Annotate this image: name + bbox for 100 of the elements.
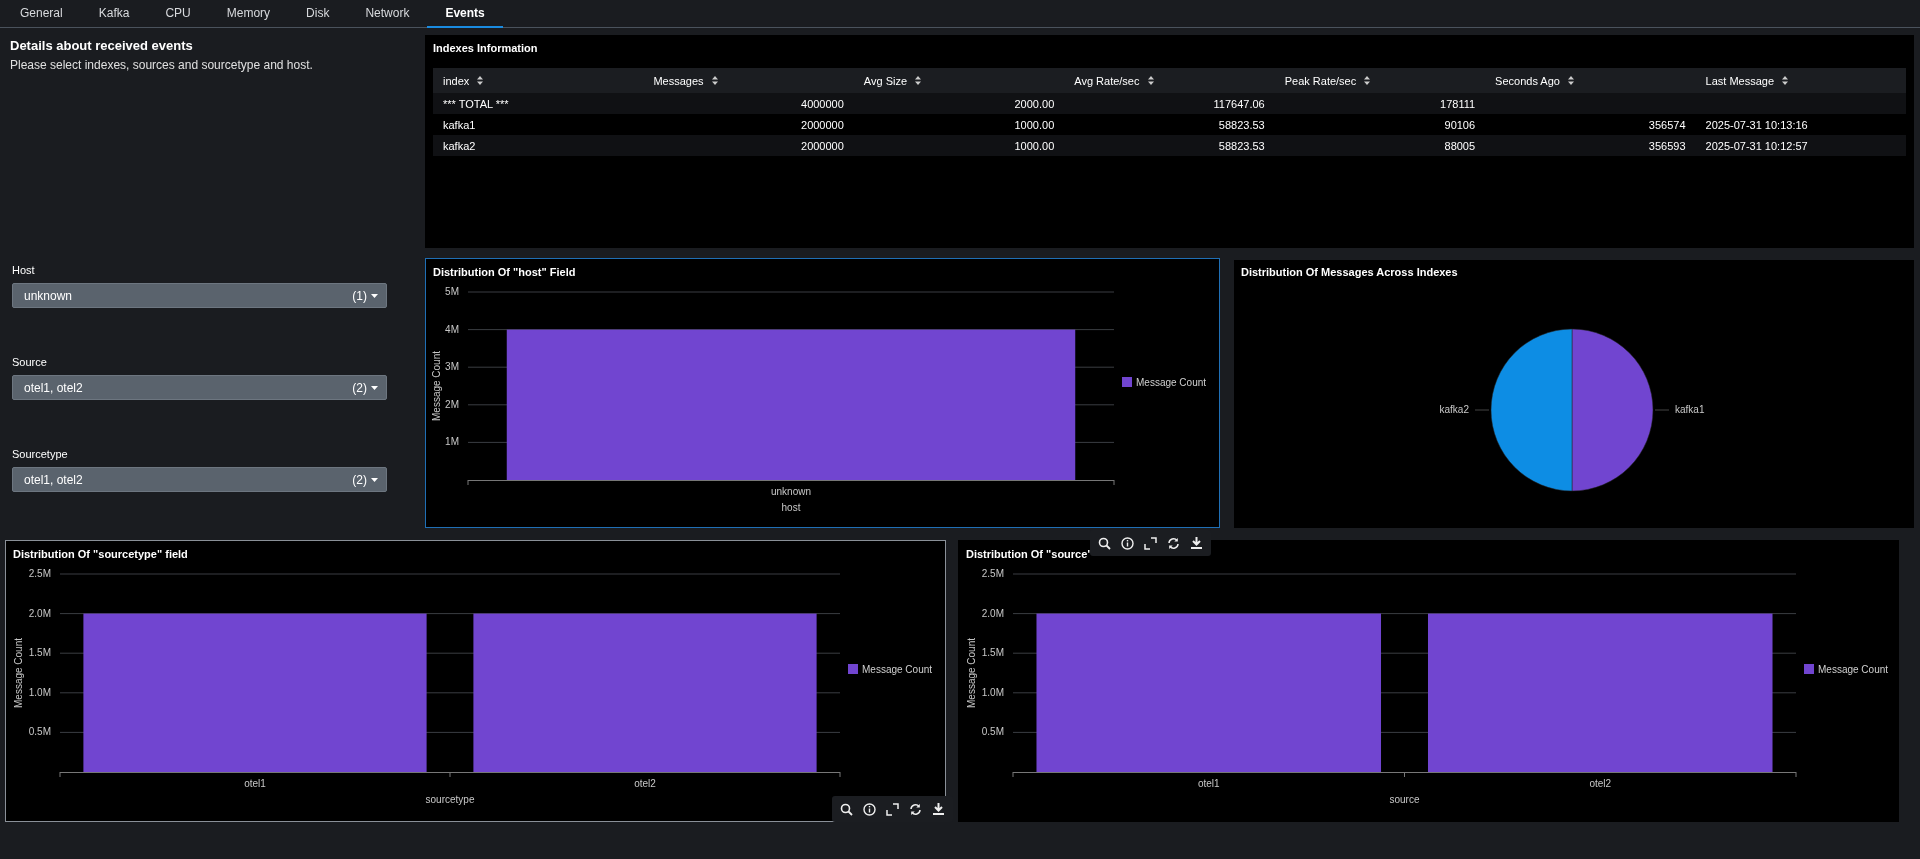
refresh-icon (909, 802, 922, 816)
leader-line (1474, 409, 1490, 411)
legend-swatch (848, 664, 858, 674)
panel-title: Distribution Of "host" Field (433, 266, 576, 280)
sort-icon (477, 76, 484, 85)
axis-title: Message Count (431, 351, 442, 421)
dropdown[interactable]: otel1, otel2 (2) (12, 375, 387, 400)
column-header[interactable]: Seconds Ago (1495, 74, 1574, 87)
leader-line (1654, 409, 1670, 411)
expand-icon (886, 802, 899, 816)
axis-tick-label: 2M (445, 398, 459, 410)
table-cell: 1000.00 (1014, 139, 1055, 152)
table-cell: 4000000 (801, 97, 844, 110)
table-cell: kafka2 (443, 139, 476, 152)
sort-icon (1782, 76, 1788, 85)
table-cell: 178111 (1440, 97, 1476, 110)
table-cell: 2025-07-31 10:12:57 (1705, 139, 1808, 152)
download-icon (932, 802, 945, 816)
table-cell: 1000.00 (1014, 118, 1055, 131)
axis-category-label: otel2 (1589, 778, 1612, 789)
axis-category-label: otel1 (244, 778, 266, 789)
table-cell: kafka1 (443, 118, 476, 131)
sort-icon (711, 76, 718, 85)
axis-title: Message Count (966, 638, 977, 708)
section-heading: Details about received events (10, 38, 194, 53)
axis-title: source (1389, 794, 1420, 805)
slice-label: kafka2 (1439, 404, 1469, 415)
table-cell: 58823.53 (1218, 118, 1265, 131)
column-header[interactable]: Messages (653, 74, 718, 87)
tab[interactable]: Events (427, 0, 503, 28)
filter-label: Sourcetype (12, 448, 69, 460)
panel-title: Distribution Of "sourcetype" field (13, 548, 188, 562)
axis-tick-label: 1.0M (981, 686, 1004, 698)
axis-title: host (781, 502, 801, 513)
panel-title: Indexes Information (433, 41, 539, 56)
table-cell: 90106 (1444, 118, 1476, 131)
table-cell: *** TOTAL *** (443, 97, 509, 110)
column-header[interactable]: Avg Rate/sec (1074, 74, 1154, 87)
legend-label: Message Count (862, 664, 933, 675)
dropdown[interactable]: unknown (1) (12, 283, 387, 308)
axis-tick-label: 1.5M (981, 647, 1004, 659)
info-icon (863, 802, 876, 816)
filter-label: Source (12, 356, 48, 368)
legend-swatch (1804, 664, 1814, 674)
axis-tick-label: 2.0M (981, 607, 1004, 619)
legend-label: Message Count (1818, 664, 1889, 675)
table-cell: 2000000 (801, 118, 844, 131)
tab[interactable]: Memory (208, 0, 289, 28)
caret-icon (371, 385, 378, 390)
table-cell: 88005 (1444, 139, 1476, 152)
axis-category-label: otel1 (1197, 778, 1220, 789)
axis-tick-label: 3M (445, 361, 459, 373)
dropdown[interactable]: otel1, otel2 (2) (12, 467, 387, 492)
table-cell: 2000.00 (1014, 97, 1055, 110)
axis-category-label: unknown (771, 486, 811, 497)
column-header[interactable]: Avg Size (863, 74, 922, 87)
axis-tick-label: 2.0M (28, 607, 51, 619)
expand-icon (1144, 536, 1157, 550)
axis-title: Message Count (13, 638, 24, 708)
tab[interactable]: Disk (288, 0, 348, 28)
search-icon (1098, 536, 1111, 550)
sort-icon (915, 76, 922, 85)
tab[interactable]: General (2, 0, 81, 28)
tab[interactable]: Network (347, 0, 428, 28)
refresh-icon (1167, 536, 1180, 550)
axis-category-label: otel2 (634, 778, 656, 789)
sort-icon (1147, 76, 1154, 85)
axis-tick-label: 1.0M (28, 686, 51, 698)
legend-label: Message Count (1136, 377, 1207, 388)
download-icon (1190, 536, 1203, 550)
table-cell: 2025-07-31 10:13:16 (1705, 118, 1808, 131)
panel-title: Distribution Of Messages Across Indexes (1240, 265, 1459, 280)
slice-label: kafka1 (1675, 404, 1705, 415)
caret-icon (371, 477, 378, 482)
filter-label: Host (12, 264, 36, 276)
axis-tick-label: 5M (445, 286, 459, 297)
table-cell: 58823.53 (1218, 139, 1265, 152)
sort-icon (1364, 76, 1371, 85)
sort-icon (1567, 76, 1574, 85)
column-header[interactable]: index (443, 74, 484, 87)
search-icon (840, 802, 853, 816)
axis-tick-label: 0.5M (28, 726, 51, 738)
axis-tick-label: 1.5M (28, 647, 51, 659)
info-icon (1121, 536, 1134, 550)
axis-tick-label: 0.5M (981, 726, 1004, 738)
legend-swatch (1122, 377, 1132, 387)
axis-tick-label: 2.5M (981, 568, 1004, 579)
axis-tick-label: 2.5M (28, 568, 51, 579)
caret-icon (371, 293, 378, 298)
table-cell: 117647.06 (1213, 97, 1265, 110)
tab[interactable]: CPU (147, 0, 209, 28)
axis-tick-label: 1M (445, 436, 459, 448)
table-cell: 356574 (1648, 118, 1686, 131)
table-cell: 2000000 (801, 139, 844, 152)
axis-tick-label: 4M (445, 323, 459, 335)
table-cell: 356593 (1648, 139, 1686, 152)
axis-title: sourcetype (425, 794, 475, 805)
panel-title: Distribution Of "source" (966, 548, 1093, 562)
instruction-text: Please select indexes, sources and sourcetype and host. (10, 58, 314, 72)
tab[interactable]: Kafka (80, 0, 148, 28)
